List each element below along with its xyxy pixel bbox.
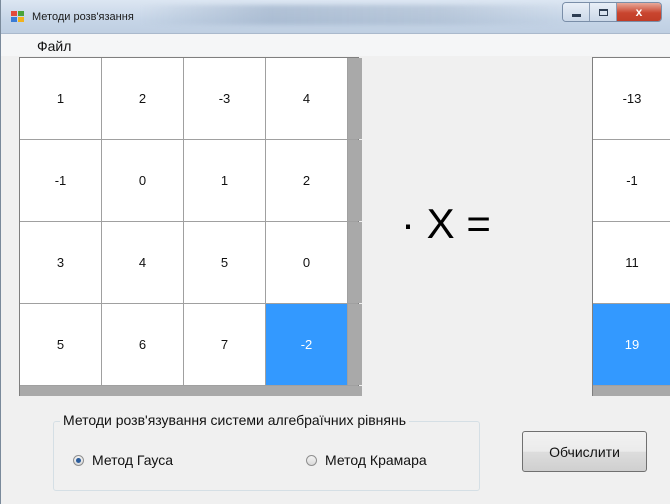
title-bar[interactable]: Методи розв'язання x — [1, 0, 670, 34]
matrix-a-cell-2-2[interactable]: 5 — [184, 222, 265, 303]
matrix-a-cell-3-2[interactable]: 7 — [184, 304, 265, 385]
vector-b-cell-1[interactable]: -1 — [593, 140, 670, 221]
vector-b-cell-0[interactable]: -13 — [593, 58, 670, 139]
matrix-a-cell-3-1[interactable]: 6 — [102, 304, 183, 385]
matrix-a-cell-0-0[interactable]: 1 — [20, 58, 101, 139]
menu-file[interactable]: Файл — [37, 38, 71, 54]
radio-gauss-indicator[interactable] — [73, 454, 84, 466]
window-controls: x — [563, 3, 661, 21]
equation-label: · X = — [401, 200, 491, 247]
matrix-a-scroll-gutter — [348, 304, 362, 385]
matrix-a-cell-1-3[interactable]: 2 — [266, 140, 347, 221]
matrix-a-cell-3-3[interactable]: -2 — [266, 304, 347, 385]
radio-cramer-indicator[interactable] — [306, 454, 317, 466]
app-icon — [11, 11, 25, 23]
radio-gauss[interactable]: Метод Гауса — [73, 452, 173, 468]
app-window: Методи розв'язання x Файл 1 2 -3 4 -1 0 … — [0, 0, 670, 504]
matrix-a-cell-1-1[interactable]: 0 — [102, 140, 183, 221]
matrix-a-cell-2-0[interactable]: 3 — [20, 222, 101, 303]
close-icon: x — [635, 5, 643, 19]
close-button[interactable]: x — [617, 3, 661, 21]
matrix-a-cell-0-3[interactable]: 4 — [266, 58, 347, 139]
maximize-icon — [598, 8, 608, 16]
radio-gauss-label[interactable]: Метод Гауса — [92, 452, 173, 468]
vector-b-grid[interactable]: -13 -1 11 19 — [592, 57, 670, 396]
matrix-a-bottom-gutter — [20, 386, 362, 396]
compute-button[interactable]: Обчислити — [522, 431, 647, 472]
minimize-icon — [571, 14, 581, 17]
window-title: Методи розв'язання — [32, 11, 134, 23]
radio-cramer-label[interactable]: Метод Крамара — [325, 452, 427, 468]
matrix-a-scroll-gutter — [348, 58, 362, 139]
menu-bar: Файл — [1, 34, 670, 56]
vector-b-cell-3[interactable]: 19 — [593, 304, 670, 385]
maximize-button[interactable] — [590, 3, 617, 21]
matrix-a-cell-2-1[interactable]: 4 — [102, 222, 183, 303]
title-bar-background — [141, 5, 571, 25]
matrix-a-cell-2-3[interactable]: 0 — [266, 222, 347, 303]
matrix-a-grid[interactable]: 1 2 -3 4 -1 0 1 2 3 4 5 0 5 6 7 -2 — [19, 57, 362, 396]
methods-groupbox-title: Методи розв'язування системи алгебраїчни… — [60, 412, 410, 428]
radio-cramer[interactable]: Метод Крамара — [306, 452, 427, 468]
minimize-button[interactable] — [563, 3, 590, 21]
matrix-a-cell-0-2[interactable]: -3 — [184, 58, 265, 139]
matrix-a-scroll-gutter — [348, 140, 362, 221]
vector-b-cell-2[interactable]: 11 — [593, 222, 670, 303]
matrix-a-cell-1-2[interactable]: 1 — [184, 140, 265, 221]
matrix-a-cell-3-0[interactable]: 5 — [20, 304, 101, 385]
matrix-a-scroll-gutter — [348, 222, 362, 303]
matrix-a-cell-1-0[interactable]: -1 — [20, 140, 101, 221]
vector-b-bottom-gutter — [593, 386, 670, 396]
matrix-a-cell-0-1[interactable]: 2 — [102, 58, 183, 139]
